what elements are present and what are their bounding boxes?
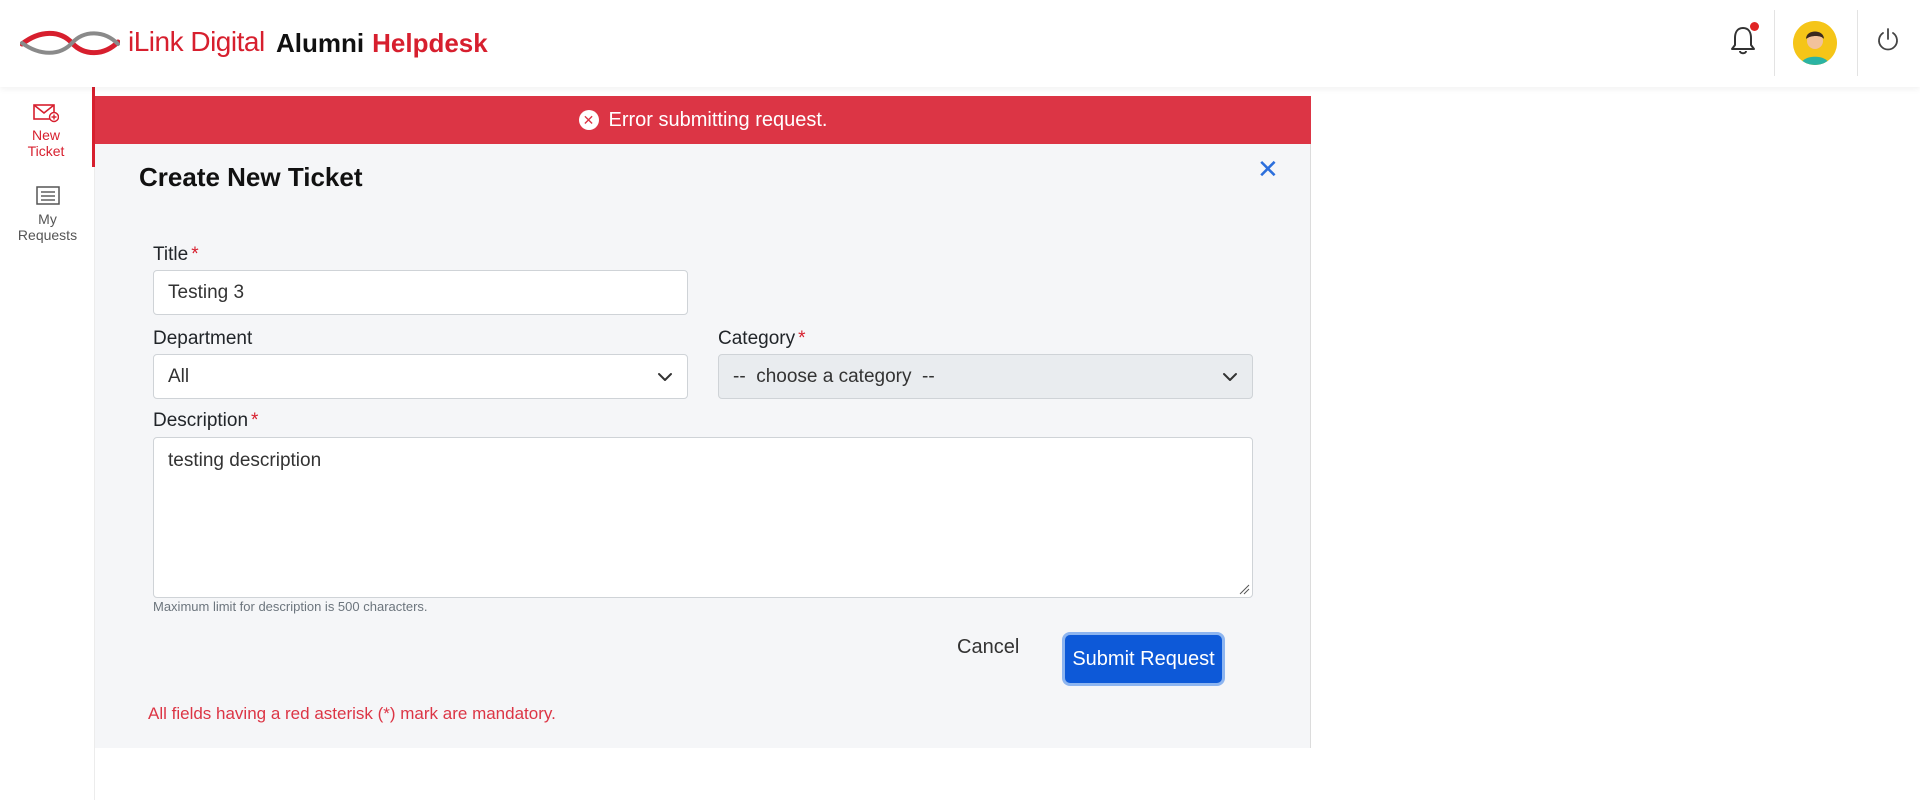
resize-handle-icon[interactable] [1238, 583, 1250, 595]
sidebar: New Ticket My Requests [0, 87, 95, 800]
mandatory-note: All fields having a red asterisk (*) mar… [148, 704, 556, 723]
sidebar-item-label: New [31, 127, 60, 143]
user-avatar[interactable] [1793, 21, 1837, 65]
chevron-down-icon [1223, 372, 1237, 381]
page-title: Create New Ticket [139, 162, 363, 192]
department-label: Department [153, 328, 253, 349]
power-icon[interactable] [1876, 26, 1900, 52]
error-circle-icon: ✕ [578, 110, 599, 130]
category-label-text: Category [718, 328, 796, 349]
category-label: Category * [718, 328, 806, 350]
sidebar-item-label: Requests [17, 227, 78, 243]
create-ticket-panel: ✕ Error submitting request. Create New T… [95, 96, 1311, 748]
brand-name: iLink Digital [128, 26, 265, 57]
sidebar-item-my-requests[interactable]: My Requests [0, 171, 95, 251]
list-icon [35, 186, 60, 205]
app-title-helpdesk: Helpdesk [372, 28, 488, 58]
sidebar-item-label: Ticket [27, 143, 65, 159]
app-title-alumni: Alumni [276, 28, 365, 58]
sidebar-item-label: My [38, 211, 57, 227]
header-divider [1774, 10, 1775, 76]
description-value: testing description [168, 450, 322, 471]
ilink-logo-icon [20, 30, 120, 56]
header-divider [1857, 10, 1858, 76]
description-label-text: Description [153, 410, 249, 431]
submit-request-button[interactable]: Submit Request [1065, 635, 1222, 683]
close-icon[interactable]: ✕ [1257, 156, 1279, 182]
sidebar-item-new-ticket[interactable]: New Ticket [0, 87, 95, 167]
avatar-icon [1793, 21, 1837, 65]
top-header: iLink Digital Alumni Helpdesk [0, 0, 1920, 87]
app-title: Alumni Helpdesk [276, 28, 488, 59]
title-input[interactable]: Testing 3 [153, 270, 688, 315]
department-select[interactable]: All [153, 354, 688, 399]
error-alert: ✕ Error submitting request. [95, 96, 1311, 144]
required-asterisk: * [251, 410, 259, 431]
required-asterisk: * [191, 244, 199, 265]
chevron-down-icon [658, 372, 672, 381]
title-input-value: Testing 3 [168, 281, 245, 303]
title-label-text: Title [153, 244, 189, 265]
notification-dot [1750, 22, 1759, 31]
cancel-button[interactable]: Cancel [957, 636, 1019, 659]
title-label: Title * [153, 244, 199, 266]
error-message: Error submitting request. [608, 108, 828, 131]
envelope-plus-icon [33, 104, 59, 123]
description-textarea[interactable]: testing description [153, 437, 1253, 598]
category-select[interactable]: -- choose a category -- [718, 354, 1253, 399]
required-asterisk: * [798, 328, 806, 349]
description-hint: Maximum limit for description is 500 cha… [153, 599, 428, 614]
department-select-value: All [168, 365, 190, 387]
category-select-value: -- choose a category -- [733, 365, 935, 387]
description-label: Description * [153, 410, 258, 432]
